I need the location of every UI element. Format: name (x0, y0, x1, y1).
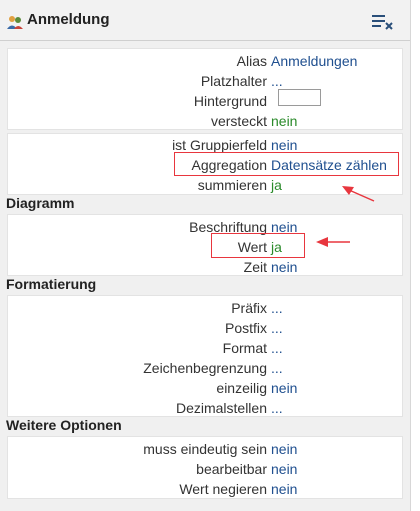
annotation-arrows (316, 186, 375, 247)
annotation-arrow-aggregation (342, 186, 375, 202)
properties-panel: Anmeldung Alias Anmeldungen Platzhalter … (0, 0, 411, 511)
annotation-arrow-wert (316, 237, 350, 247)
